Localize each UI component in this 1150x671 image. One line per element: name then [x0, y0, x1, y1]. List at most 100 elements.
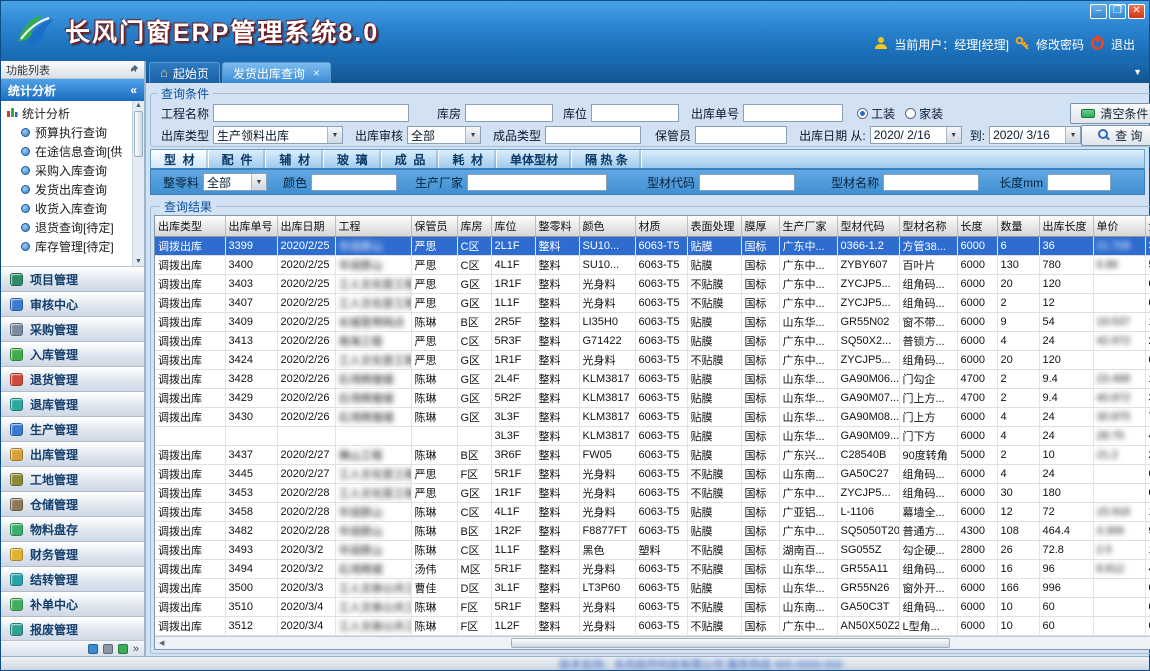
table-cell[interactable]: 光身料 [579, 351, 635, 370]
table-cell[interactable]: 166 [997, 579, 1039, 598]
table-cell[interactable]: 60 [1039, 617, 1093, 636]
table-cell[interactable]: 5000 [957, 446, 997, 465]
table-cell[interactable]: AN50X50Z2 [837, 617, 899, 636]
table-cell[interactable]: 国标 [741, 275, 779, 294]
table-cell[interactable]: 国标 [741, 617, 779, 636]
table-cell[interactable]: G区 [457, 389, 491, 408]
table-cell[interactable]: 湖南百... [779, 541, 837, 560]
scroll-thumb[interactable] [511, 638, 951, 648]
table-cell[interactable]: 10 [997, 598, 1039, 617]
table-cell[interactable]: 整料 [535, 579, 579, 598]
table-cell[interactable]: 不贴膜 [687, 351, 741, 370]
table-cell[interactable]: 2020/2/26 [277, 389, 335, 408]
keeper-input[interactable] [695, 126, 787, 144]
table-cell[interactable]: 5R2F [491, 389, 535, 408]
table-cell[interactable]: 山东华... [779, 313, 837, 332]
table-cell[interactable]: 调拨出库 [155, 389, 225, 408]
table-cell[interactable]: 工人文化宫工程 [335, 351, 411, 370]
table-cell[interactable]: 工人文化宫工程 [335, 484, 411, 503]
table-row[interactable]: 调拨出库34532020/2/28工人文化宫工程严思G区1R1F整料光身料606… [155, 484, 1150, 503]
table-cell[interactable]: C区 [457, 503, 491, 522]
table-cell[interactable]: 调拨出库 [155, 256, 225, 275]
column-header[interactable]: 出库单号 [225, 216, 277, 237]
date-to-picker[interactable]: 2020/ 3/16 ▼ [989, 126, 1081, 144]
table-cell[interactable]: 120 [1039, 275, 1093, 294]
table-cell[interactable]: 陈琳 [411, 408, 457, 427]
table-cell[interactable]: 组角码... [899, 560, 957, 579]
table-cell[interactable]: C区 [457, 332, 491, 351]
table-cell[interactable]: 不贴膜 [687, 465, 741, 484]
table-cell[interactable]: 0 [1145, 598, 1150, 617]
table-cell[interactable]: 山东华... [779, 389, 837, 408]
table-cell[interactable]: SQ50X2... [837, 332, 899, 351]
table-cell[interactable]: 陈琳 [411, 446, 457, 465]
maximize-button[interactable]: ❐ [1109, 4, 1126, 19]
table-cell[interactable]: 6063-T5 [635, 313, 687, 332]
shortcut-calendar-icon[interactable] [88, 644, 98, 654]
table-cell[interactable]: 国标 [741, 503, 779, 522]
table-cell[interactable]: 998 [1145, 522, 1150, 541]
table-cell[interactable]: 光身料 [579, 465, 635, 484]
table-cell[interactable]: 5R1F [491, 465, 535, 484]
column-header[interactable]: 长度 [957, 216, 997, 237]
table-cell[interactable] [277, 427, 335, 446]
table-cell[interactable]: F8877FT [579, 522, 635, 541]
table-cell[interactable]: 1R1F [491, 351, 535, 370]
table-cell[interactable]: 整料 [535, 294, 579, 313]
table-cell[interactable]: M区 [457, 560, 491, 579]
table-cell[interactable]: 0 [1145, 484, 1150, 503]
table-cell[interactable]: SU10... [579, 256, 635, 275]
table-cell[interactable]: 4 [997, 427, 1039, 446]
table-cell[interactable]: 24 [1039, 332, 1093, 351]
table-cell[interactable]: 3482 [225, 522, 277, 541]
table-cell[interactable]: KLM3817 [579, 408, 635, 427]
table-cell[interactable]: 整料 [535, 332, 579, 351]
scroll-up-icon[interactable]: ▲ [135, 102, 142, 109]
table-cell[interactable]: 严思 [411, 484, 457, 503]
table-cell[interactable]: 陈琳 [411, 598, 457, 617]
shortcut-computer-icon[interactable] [118, 644, 128, 654]
table-cell[interactable]: 整料 [535, 522, 579, 541]
table-cell[interactable]: 2020/2/28 [277, 503, 335, 522]
table-cell[interactable]: 门上方 [899, 408, 957, 427]
table-cell[interactable]: L-1106 [837, 503, 899, 522]
table-cell[interactable]: 6063-T5 [635, 427, 687, 446]
table-cell[interactable]: 3400 [225, 256, 277, 275]
more-buttons-chevron-icon[interactable]: » [133, 643, 139, 655]
table-cell[interactable]: 贴膜 [687, 427, 741, 446]
table-cell[interactable]: 黑色 [579, 541, 635, 560]
table-cell[interactable]: 贴膜 [687, 370, 741, 389]
table-cell[interactable]: 贴膜 [687, 256, 741, 275]
table-cell[interactable]: C28540B [837, 446, 899, 465]
table-cell[interactable]: 佛山工程 [335, 446, 411, 465]
table-cell[interactable]: G区 [457, 370, 491, 389]
column-header[interactable]: 表面处理 [687, 216, 741, 237]
material-tab[interactable]: 辅 材 [266, 150, 324, 168]
table-cell[interactable]: 长城宽带网点 [335, 313, 411, 332]
table-cell[interactable]: 调拨出库 [155, 522, 225, 541]
table-cell[interactable]: 山东华... [779, 579, 837, 598]
table-cell[interactable]: 调拨出库 [155, 370, 225, 389]
table-cell[interactable]: 国标 [741, 237, 779, 256]
table-cell[interactable]: GA90M08... [837, 408, 899, 427]
table-cell[interactable]: 4L1F [491, 503, 535, 522]
table-cell[interactable]: LT3P60 [579, 579, 635, 598]
table-cell[interactable]: 6000 [957, 313, 997, 332]
table-cell[interactable]: 国标 [741, 465, 779, 484]
table-cell[interactable]: 6063-T5 [635, 351, 687, 370]
table-cell[interactable]: 12 [997, 503, 1039, 522]
table-cell[interactable]: G区 [457, 408, 491, 427]
table-cell[interactable]: 6063-T5 [635, 579, 687, 598]
table-cell[interactable]: GR55A11 [837, 560, 899, 579]
column-header[interactable]: 出库类型 [155, 216, 225, 237]
change-password-link[interactable]: 修改密码 [1036, 36, 1084, 53]
table-cell[interactable]: 54 [1039, 313, 1093, 332]
sidebar-item[interactable]: 审核中心 [1, 292, 144, 317]
table-cell[interactable]: 严思 [411, 351, 457, 370]
sidebar-item[interactable]: 出库管理 [1, 442, 144, 467]
table-cell[interactable]: 广东中... [779, 484, 837, 503]
sidebar-item[interactable]: 采购管理 [1, 317, 144, 342]
table-cell[interactable]: 2020/2/25 [277, 237, 335, 256]
table-cell[interactable]: 3493 [225, 541, 277, 560]
table-cell[interactable]: 贴膜 [687, 332, 741, 351]
